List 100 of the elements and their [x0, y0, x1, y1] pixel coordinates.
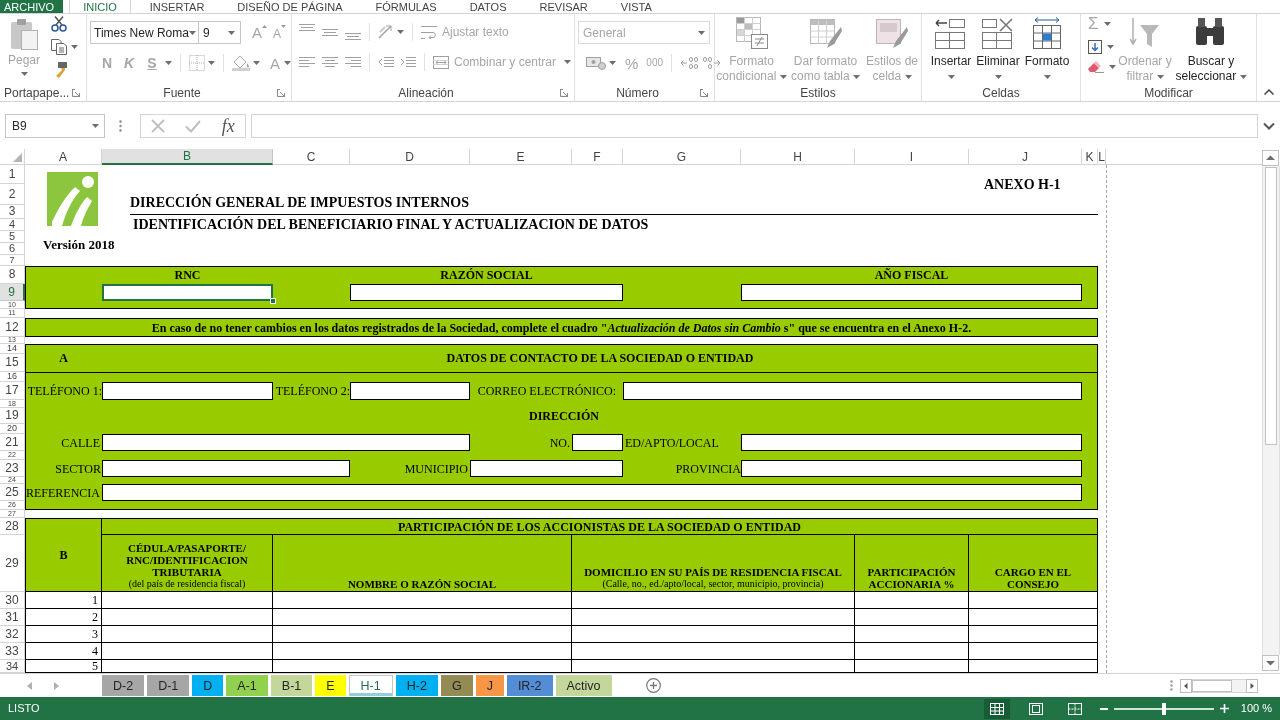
caret-icon[interactable]	[1107, 45, 1114, 49]
scroll-down-icon[interactable]	[1262, 655, 1279, 671]
sheet-tab[interactable]: A-1	[226, 675, 268, 696]
caret-icon[interactable]	[92, 124, 99, 128]
caret-icon[interactable]	[228, 30, 235, 35]
input-field[interactable]	[350, 382, 470, 400]
orientation-icon[interactable]	[378, 25, 394, 39]
decrease-decimal-icon[interactable]	[703, 57, 722, 69]
sheet-tab[interactable]: D-1	[147, 675, 190, 696]
scroll-up-icon[interactable]	[1262, 150, 1279, 166]
caret-icon[interactable]	[994, 75, 1002, 79]
launcher-icon[interactable]	[72, 88, 80, 97]
caret-icon[interactable]	[1043, 75, 1051, 79]
zoom-slider-thumb[interactable]	[1161, 702, 1166, 715]
eraser-icon[interactable]	[1088, 61, 1104, 73]
input-field[interactable]	[102, 382, 273, 400]
align-top-icon[interactable]	[299, 24, 315, 31]
sheet-tab[interactable]: G	[440, 675, 473, 696]
align-center-icon[interactable]	[322, 57, 338, 67]
input-field[interactable]	[623, 382, 1082, 400]
caret-icon[interactable]	[609, 61, 616, 65]
caret-icon[interactable]	[71, 45, 78, 49]
ribbon-tab[interactable]: INICIO	[69, 0, 131, 13]
column-header[interactable]: F	[572, 149, 623, 165]
row-header[interactable]: 9	[0, 284, 25, 301]
ribbon-tab[interactable]: VISTA	[606, 0, 666, 13]
zoom-in-icon[interactable]	[1219, 704, 1229, 713]
font-name-dropdown[interactable]: Times New Roma	[90, 21, 199, 44]
align-left-icon[interactable]	[299, 57, 315, 67]
caret-icon[interactable]	[188, 30, 196, 35]
input-field[interactable]	[102, 434, 470, 451]
zoom-slider[interactable]	[1113, 702, 1214, 715]
input-field[interactable]	[572, 434, 623, 451]
ribbon-tab[interactable]: REVISAR	[525, 0, 602, 13]
row-header[interactable]: 3	[0, 205, 25, 219]
launcher-icon[interactable]	[700, 88, 708, 97]
fill-color-icon[interactable]	[232, 55, 250, 71]
formula-input[interactable]	[251, 114, 1258, 138]
ribbon-tab[interactable]: FÓRMULAS	[361, 0, 451, 13]
caret-icon[interactable]	[1109, 65, 1116, 69]
scissors-icon[interactable]	[51, 16, 67, 32]
ribbon-tab[interactable]: INSERTAR	[135, 0, 219, 13]
input-field[interactable]	[741, 284, 1082, 301]
caret-icon[interactable]	[1239, 74, 1247, 79]
caret-icon[interactable]	[208, 61, 215, 65]
row-header[interactable]: 7	[0, 255, 25, 266]
align-bottom-icon[interactable]	[345, 33, 361, 40]
column-header[interactable]: K	[1082, 149, 1098, 165]
expand-formula-icon[interactable]	[1263, 122, 1275, 130]
caret-icon[interactable]	[284, 61, 291, 65]
row-header[interactable]: 6	[0, 243, 25, 255]
input-field[interactable]	[741, 434, 1082, 451]
column-header[interactable]: L	[1098, 149, 1106, 165]
launcher-icon[interactable]	[277, 88, 285, 97]
column-header[interactable]: G	[623, 149, 741, 165]
scrollbar-thumb[interactable]	[1192, 679, 1232, 692]
copy-icon[interactable]	[51, 39, 67, 55]
name-box[interactable]: B9	[5, 114, 105, 138]
zoom-out-icon[interactable]	[1099, 707, 1108, 710]
column-header[interactable]: I	[855, 149, 969, 165]
sheet-tab[interactable]: D-2	[102, 675, 145, 696]
column-header[interactable]: H	[741, 149, 855, 165]
column-header[interactable]: C	[273, 149, 350, 165]
view-button[interactable]	[983, 698, 1010, 719]
caret-icon[interactable]	[165, 61, 172, 65]
sheet-tab[interactable]: IR-2	[506, 675, 553, 696]
decrease-indent-icon[interactable]	[378, 57, 394, 67]
scroll-right-icon[interactable]	[1246, 678, 1258, 693]
fill-handle[interactable]	[270, 298, 276, 304]
delete-button[interactable]: Eliminar	[975, 14, 1021, 84]
input-field[interactable]	[470, 460, 623, 477]
find-select-button[interactable]: Buscar y seleccionar	[1173, 14, 1249, 84]
caret-icon[interactable]	[1103, 22, 1111, 26]
add-sheet-icon[interactable]	[645, 678, 661, 693]
insert-button[interactable]: Insertar	[928, 14, 974, 84]
format-button[interactable]: Formato	[1022, 14, 1072, 84]
sheet-tab[interactable]: Activo	[555, 675, 612, 696]
column-header[interactable]: E	[470, 149, 572, 165]
caret-icon[interactable]	[947, 75, 955, 79]
scroll-left-icon[interactable]	[1180, 678, 1192, 693]
increase-decimal-icon[interactable]	[680, 57, 699, 69]
collapse-ribbon-icon[interactable]	[1263, 89, 1274, 95]
increase-indent-icon[interactable]	[400, 57, 416, 67]
column-header[interactable]: D	[350, 149, 470, 165]
align-middle-icon[interactable]	[322, 28, 338, 36]
ribbon-tab[interactable]: DATOS	[455, 0, 521, 13]
ribbon-tab[interactable]: DISEÑO DE PÁGINA	[223, 0, 357, 13]
column-header[interactable]: B	[102, 149, 273, 165]
input-field[interactable]	[102, 484, 1082, 501]
column-header[interactable]: J	[969, 149, 1082, 165]
row-header[interactable]: 1	[0, 165, 25, 184]
align-right-icon[interactable]	[345, 57, 361, 67]
scrollbar-thumb[interactable]	[1265, 167, 1277, 445]
input-field[interactable]	[102, 460, 350, 477]
sheet-tab[interactable]: H-1	[348, 675, 393, 696]
font-size-dropdown[interactable]: 9	[199, 21, 241, 44]
row-header[interactable]: 2	[0, 184, 25, 205]
sheet-tab[interactable]: B-1	[270, 675, 313, 696]
sheet-tab[interactable]: D	[192, 675, 224, 696]
caret-icon[interactable]	[397, 30, 404, 34]
